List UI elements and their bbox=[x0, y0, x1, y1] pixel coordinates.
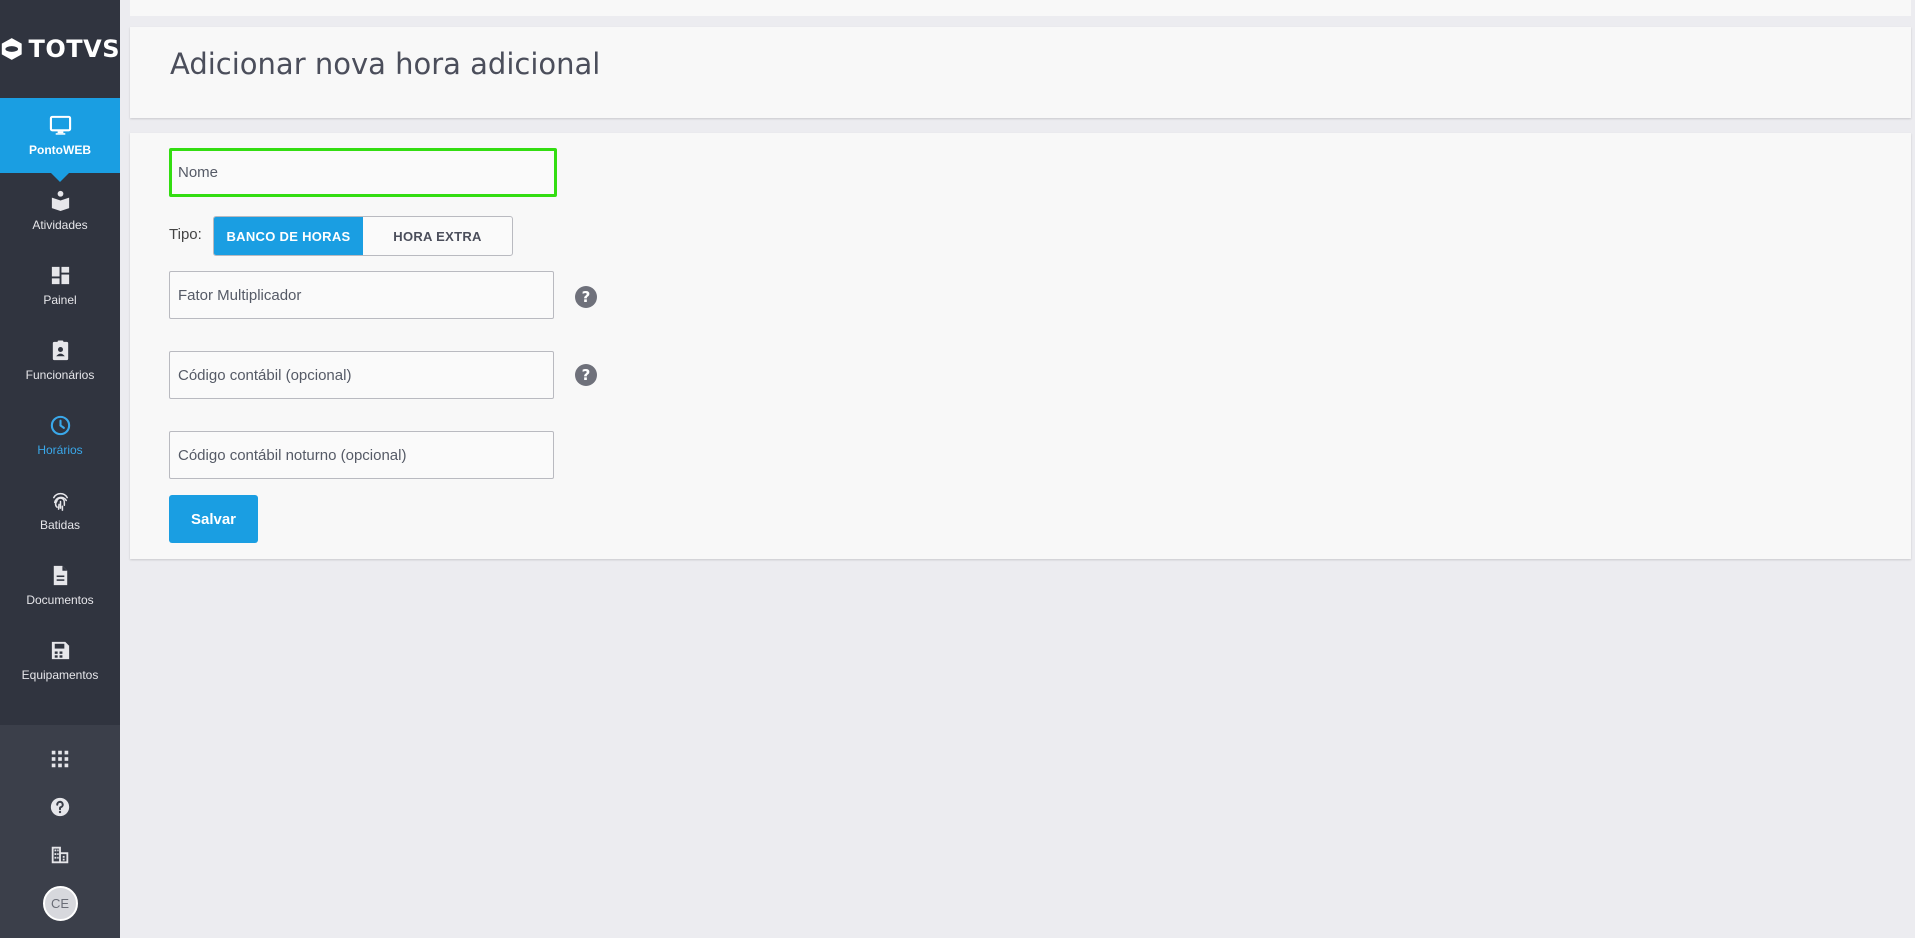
page-title: Adicionar nova hora adicional bbox=[170, 47, 601, 81]
sidebar-item-label: Funcionários bbox=[25, 368, 95, 382]
save-button[interactable]: Salvar bbox=[169, 495, 258, 543]
help-button[interactable] bbox=[0, 783, 120, 831]
sidebar-item-funcionarios[interactable]: Funcionários bbox=[0, 323, 120, 398]
clock-icon bbox=[50, 415, 70, 436]
tipo-toggle: BANCO DE HORAS HORA EXTRA bbox=[213, 216, 513, 256]
codigo-contabil-help-icon[interactable]: ? bbox=[575, 364, 597, 386]
user-menu[interactable]: CE bbox=[0, 879, 120, 927]
totvs-logo[interactable]: TOTVS bbox=[0, 0, 120, 98]
sidebar-item-label: Atividades bbox=[32, 218, 88, 232]
activities-icon bbox=[51, 190, 69, 212]
sidebar-item-label: PontoWEB bbox=[29, 143, 91, 157]
sidebar: TOTVS PontoWEB Atividades Painel Funcion… bbox=[0, 0, 120, 938]
dashboard-icon bbox=[51, 266, 69, 285]
sidebar-item-equipamentos[interactable]: Equipamentos bbox=[0, 623, 120, 698]
sidebar-item-horarios[interactable]: Horários bbox=[0, 398, 120, 473]
form-card: Tipo: BANCO DE HORAS HORA EXTRA ? ? Salv… bbox=[130, 133, 1911, 559]
codigo-contabil-noturno-input[interactable] bbox=[169, 431, 554, 479]
apps-grid-icon bbox=[51, 750, 69, 768]
help-icon bbox=[50, 797, 70, 817]
document-icon bbox=[53, 565, 67, 586]
fator-help-icon[interactable]: ? bbox=[575, 286, 597, 308]
sidebar-item-label: Painel bbox=[43, 293, 77, 307]
apps-grid-button[interactable] bbox=[0, 735, 120, 783]
totvs-logo-icon bbox=[1, 38, 22, 60]
sidebar-item-painel[interactable]: Painel bbox=[0, 248, 120, 323]
tipo-banco-de-horas-button[interactable]: BANCO DE HORAS bbox=[214, 217, 363, 255]
sidebar-item-label: Equipamentos bbox=[21, 668, 99, 682]
codigo-contabil-input[interactable] bbox=[169, 351, 554, 399]
monitor-icon bbox=[49, 115, 71, 135]
nome-input[interactable] bbox=[169, 148, 557, 197]
avatar: CE bbox=[42, 885, 78, 921]
sidebar-footer: CE bbox=[0, 725, 120, 938]
fator-multiplicador-input[interactable] bbox=[169, 271, 554, 319]
sidebar-item-documentos[interactable]: Documentos bbox=[0, 548, 120, 623]
company-button[interactable] bbox=[0, 831, 120, 879]
sidebar-item-batidas[interactable]: Batidas bbox=[0, 473, 120, 548]
sidebar-item-atividades[interactable]: Atividades bbox=[0, 173, 120, 248]
brand-name: TOTVS bbox=[28, 35, 120, 63]
badge-icon bbox=[52, 340, 68, 361]
top-strip bbox=[130, 0, 1911, 16]
sidebar-nav: PontoWEB Atividades Painel Funcionários … bbox=[0, 98, 120, 698]
fingerprint-icon bbox=[52, 492, 68, 511]
tipo-label: Tipo: bbox=[169, 226, 202, 243]
sidebar-item-label: Batidas bbox=[39, 518, 81, 532]
sidebar-item-label: Horários bbox=[37, 443, 83, 457]
page-header: Adicionar nova hora adicional bbox=[130, 27, 1911, 118]
tipo-hora-extra-button[interactable]: HORA EXTRA bbox=[363, 217, 512, 255]
building-icon bbox=[51, 846, 69, 864]
sidebar-item-pontoweb[interactable]: PontoWEB bbox=[0, 98, 120, 173]
sidebar-item-label: Documentos bbox=[26, 593, 94, 607]
device-icon bbox=[51, 641, 69, 660]
